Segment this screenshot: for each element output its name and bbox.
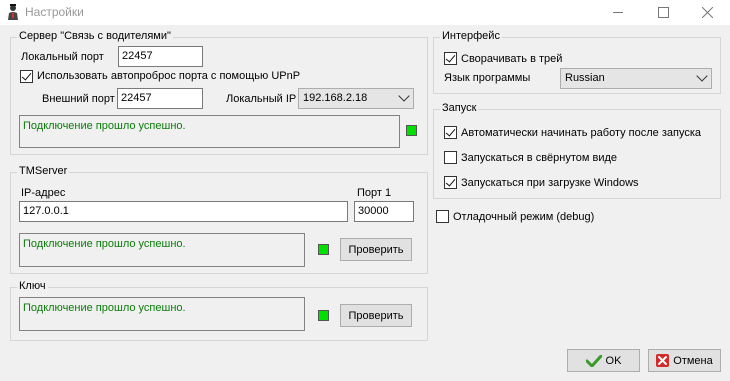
- language-label: Язык программы: [444, 72, 531, 84]
- close-icon: [701, 7, 713, 18]
- key-group-title: Ключ: [17, 280, 48, 292]
- tmserver-status-box: Подключение прошло успешно.: [19, 233, 305, 267]
- tray-label: Сворачивать в трей: [461, 53, 563, 65]
- port-label: Порт 1: [357, 187, 392, 199]
- key-check-button[interactable]: Проверить: [340, 304, 412, 327]
- ok-button[interactable]: OK: [567, 349, 640, 372]
- autostart-checkbox[interactable]: [444, 126, 457, 139]
- minimized-checkbox[interactable]: [444, 151, 457, 164]
- maximize-icon: [657, 7, 669, 18]
- window-title: Настройки: [25, 5, 84, 19]
- maximize-button[interactable]: [640, 0, 686, 25]
- close-button[interactable]: [684, 0, 730, 25]
- external-port-label: Внешний порт: [42, 93, 115, 105]
- debug-label: Отладочный режим (debug): [453, 211, 595, 223]
- upnp-label: Использовать автопроброс порта с помощью…: [37, 70, 301, 82]
- cancel-icon: [656, 354, 670, 367]
- chevron-down-icon: [696, 70, 708, 82]
- minimize-icon: [613, 12, 623, 13]
- server-group-title: Сервер "Связь с водителями": [17, 30, 173, 42]
- upnp-checkbox[interactable]: [20, 70, 33, 83]
- server-status-box: Подключение прошло успешно.: [19, 115, 400, 148]
- cancel-label: Отмена: [673, 354, 713, 367]
- windows-startup-label: Запускаться при загрузке Windows: [461, 177, 639, 189]
- external-port-input[interactable]: 22457: [117, 88, 203, 109]
- ip-address-input[interactable]: 127.0.0.1: [19, 201, 348, 222]
- ok-label: OK: [605, 354, 622, 367]
- chevron-down-icon: [398, 90, 410, 102]
- minimized-label: Запускаться в свёрнутом виде: [461, 152, 618, 164]
- tray-checkbox[interactable]: [444, 52, 457, 65]
- local-ip-select[interactable]: 192.168.2.18: [298, 88, 414, 109]
- local-port-input[interactable]: 22457: [118, 46, 203, 67]
- ip-address-label: IP-адрес: [21, 187, 66, 199]
- key-status-led: [318, 310, 329, 321]
- tmserver-status-led: [318, 244, 329, 255]
- language-select[interactable]: Russian: [560, 68, 712, 89]
- check-icon: [585, 354, 602, 367]
- startup-group-title: Запуск: [440, 102, 479, 114]
- windows-startup-checkbox[interactable]: [444, 176, 457, 189]
- tmserver-check-button[interactable]: Проверить: [340, 238, 412, 261]
- minimize-button[interactable]: [595, 0, 641, 25]
- tmserver-group-title: TMServer: [17, 165, 70, 177]
- local-port-label: Локальный порт: [21, 51, 104, 63]
- local-ip-value: 192.168.2.18: [303, 92, 368, 104]
- interface-group-title: Интерфейс: [440, 30, 502, 42]
- app-icon: [8, 4, 18, 20]
- cancel-button[interactable]: Отмена: [648, 349, 721, 372]
- debug-checkbox[interactable]: [436, 210, 449, 223]
- autostart-label: Автоматически начинать работу после запу…: [461, 127, 702, 139]
- title-bar: Настройки: [0, 0, 730, 25]
- language-value: Russian: [565, 72, 605, 84]
- port-input[interactable]: 30000: [354, 201, 414, 222]
- server-status-led: [406, 125, 417, 136]
- key-status-box: Подключение прошло успешно.: [19, 297, 305, 331]
- local-ip-label: Локальный IP: [226, 93, 297, 105]
